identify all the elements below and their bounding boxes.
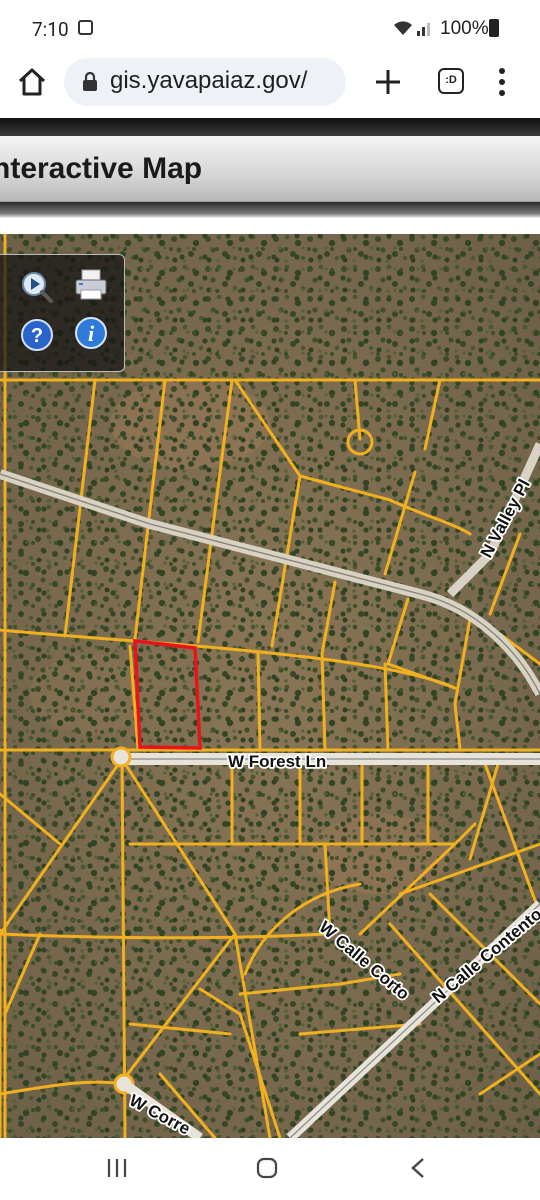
home-icon[interactable] [255, 1156, 279, 1180]
url-field[interactable]: gis.yavapaiaz.gov/ [64, 58, 346, 106]
print-icon[interactable] [73, 267, 109, 303]
lock-icon [83, 72, 97, 91]
more-menu-icon[interactable] [494, 66, 510, 98]
header-bottom-bar [0, 202, 540, 218]
browser-toolbar: gis.yavapaiaz.gov/ :D [0, 58, 540, 118]
status-time: 7:10 [32, 18, 69, 41]
header-top-bar [0, 118, 540, 136]
info-icon[interactable]: i [73, 315, 109, 351]
recents-icon[interactable] [106, 1156, 128, 1180]
home-icon[interactable] [16, 66, 48, 98]
battery-level: 100% [440, 18, 489, 39]
battery-icon [489, 19, 499, 37]
zoom-icon[interactable] [19, 269, 55, 305]
page-header: nteractive Map [0, 136, 540, 202]
label-w-forest-ln: W Forest Ln [228, 752, 326, 771]
tab-switcher-button[interactable]: :D [438, 68, 464, 94]
system-nav-bar [0, 1138, 540, 1200]
svg-text:i: i [88, 321, 95, 346]
back-icon[interactable] [408, 1156, 428, 1180]
svg-text:?: ? [31, 325, 43, 347]
help-icon[interactable]: ? [19, 317, 55, 353]
wifi-icon [394, 21, 412, 35]
page-title: nteractive Map [0, 152, 203, 185]
map-toolbox: ? i [0, 254, 125, 372]
signal-icon [417, 23, 430, 36]
status-bar: 7:10 100% [0, 0, 540, 58]
header-spacer [0, 218, 540, 234]
notification-icon [78, 20, 93, 35]
url-text: gis.yavapaiaz.gov/ [110, 67, 308, 94]
new-tab-icon[interactable] [372, 66, 404, 98]
